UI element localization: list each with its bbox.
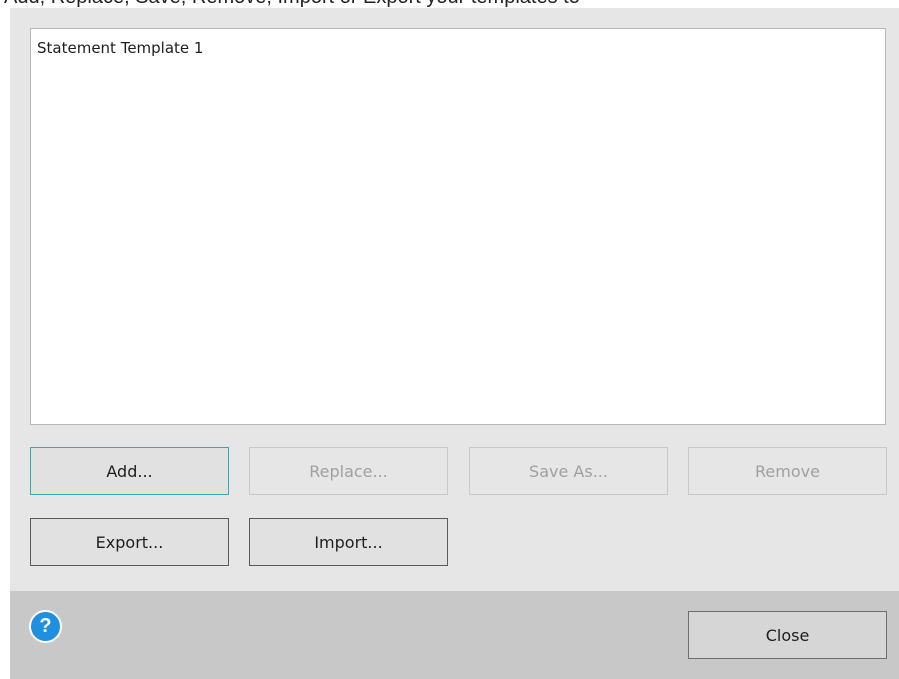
export-button[interactable]: Export... bbox=[30, 518, 229, 566]
caption-text: Add, Replace, Save, Remove, Import or Ex… bbox=[4, 0, 580, 8]
replace-button[interactable]: Replace... bbox=[249, 447, 448, 495]
help-icon[interactable]: ? bbox=[29, 610, 62, 643]
template-manager-dialog: Statement Template 1 Add... Replace... S… bbox=[10, 8, 899, 679]
add-button[interactable]: Add... bbox=[30, 447, 229, 495]
template-list[interactable]: Statement Template 1 bbox=[30, 28, 886, 425]
list-item[interactable]: Statement Template 1 bbox=[37, 39, 203, 57]
dialog-footer: ? Close bbox=[10, 591, 899, 679]
save-as-button[interactable]: Save As... bbox=[469, 447, 668, 495]
close-button[interactable]: Close bbox=[688, 611, 887, 659]
import-button[interactable]: Import... bbox=[249, 518, 448, 566]
caption-strip: Add, Replace, Save, Remove, Import or Ex… bbox=[0, 0, 899, 8]
remove-button[interactable]: Remove bbox=[688, 447, 887, 495]
help-glyph: ? bbox=[39, 615, 52, 637]
